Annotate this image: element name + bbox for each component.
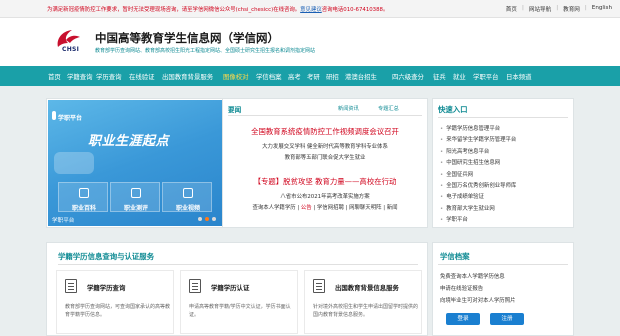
nav-gaokao[interactable]: 高考 — [288, 72, 301, 81]
carousel-dot[interactable] — [198, 217, 202, 221]
news-line-1[interactable]: 大力发展交叉学科 健全新时代高等教育学科专业体系 — [228, 142, 422, 150]
quick-entry-item[interactable]: 中国研究生招生信息网 — [440, 158, 500, 166]
nav-overseas-service[interactable]: 出国教育背景服务 — [162, 72, 213, 81]
divider — [58, 264, 418, 265]
nav-employment[interactable]: 就业 — [453, 72, 466, 81]
book-icon — [79, 188, 89, 198]
login-button[interactable]: 登录 — [446, 313, 480, 325]
top-link-english[interactable]: English — [592, 5, 612, 13]
news-tabs: 要闻 新闻资讯 专题汇总 — [228, 104, 422, 116]
globe-document-icon — [313, 279, 325, 293]
site-header — [0, 18, 620, 66]
top-notice-bar: 为满足新冠疫情防控工作要求，暂时无法受理现场咨询，请至学信网微信公众号(chsi… — [0, 0, 620, 18]
quick-entry-item[interactable]: 学籍学历信息管理平台 — [440, 124, 500, 132]
query-section-title: 学籍学历信息查询与认证服务 — [58, 252, 155, 261]
news-line-3[interactable]: 八省市公布2021年高考改革实施方案 — [228, 192, 422, 200]
register-button[interactable]: 注册 — [490, 313, 524, 325]
nav-image-check[interactable]: 图像校对 — [223, 72, 249, 81]
carousel-dot[interactable] — [212, 217, 216, 221]
news-link-jobs[interactable]: 学信网招聘 — [317, 205, 344, 211]
news-link-query[interactable]: 查询本人学籍学历 — [252, 205, 295, 211]
top-link-home[interactable]: 首页 — [506, 5, 517, 13]
quick-entry-item[interactable]: 阳光高考信息平台 — [440, 147, 489, 155]
quick-entry-item[interactable]: 电子成绩单验证 — [440, 192, 484, 200]
banner-caption: 学职平台 — [52, 218, 75, 224]
nav-kaoyan[interactable]: 考研 — [307, 72, 320, 81]
banner-box-assessment[interactable]: 职业测评 — [110, 182, 160, 212]
quick-entry-item[interactable]: 学职平台 — [440, 215, 468, 223]
carousel-dot[interactable] — [205, 217, 209, 221]
carousel-banner[interactable]: 学职平台 职业生涯起点 职业百科 职业测评 职业视频 学职平台 — [48, 100, 222, 226]
logo-text: CHSI — [62, 46, 80, 53]
nav-degree-query[interactable]: 学历查询 — [96, 72, 122, 81]
main-nav: 首页 学籍查询 学历查询 在线验证 出国教育背景服务 图像校对 学信档案 高考 … — [0, 66, 620, 86]
banner-box-encyclopedia[interactable]: 职业百科 — [58, 182, 108, 212]
card-degree-certification[interactable]: 学籍学历认证 申请高等教育学籍/学历中文认证，学历书面认证。 — [180, 270, 298, 334]
certificate-icon — [189, 279, 201, 293]
tab-topics[interactable]: 专题汇总 — [378, 105, 399, 112]
nav-conscription[interactable]: 征兵 — [433, 72, 446, 81]
archive-line-3: 向境毕业生可对对本人学历照片 — [440, 298, 516, 304]
card-overseas-service[interactable]: 出国教育背景信息服务 针对境外高校招生和学生申请出国留学时提供的国内教育背景信息… — [304, 270, 422, 334]
top-link-sitemap[interactable]: 网站导航 — [529, 5, 551, 13]
hand-illustration-icon — [54, 152, 94, 174]
test-icon — [131, 188, 141, 198]
news-line-4: 查询本人学籍学历 | 公告 | 学信网招聘 | 网聊聊天明阵 | 新闻 — [252, 205, 398, 211]
nav-japan-channel[interactable]: 日本频道 — [506, 72, 532, 81]
nav-archive[interactable]: 学信档案 — [256, 72, 282, 81]
quick-entry-item[interactable]: 来华留学生学籍学历管理平台 — [440, 135, 516, 143]
nav-home[interactable]: 首页 — [48, 72, 61, 81]
site-subtitle: 教育部学历查询网站、教育部高校招生阳光工程指定网站、全国硕士研究生招生报名和调剂… — [95, 48, 316, 54]
site-title: 中国高等教育学生信息网（学信网） — [95, 31, 279, 45]
news-link-notice[interactable]: 公告 — [301, 205, 312, 211]
epidemic-notice: 为满足新冠疫情防控工作要求，暂时无法受理现场咨询，请至学信网微信公众号(chsi… — [47, 7, 389, 13]
nav-hkmt[interactable]: 港澳台招生 — [345, 72, 377, 81]
document-icon — [65, 279, 77, 293]
tab-news[interactable]: 新闻资讯 — [338, 105, 359, 112]
card-degree-query[interactable]: 学籍学历查询 教育部学历查询网站，可查询国家承认的高等教育学籍学历信息。 — [56, 270, 174, 334]
news-line-2[interactable]: 教育部等五部门联合促大学生就业 — [228, 153, 422, 161]
quick-entry-item[interactable]: 全国万名优秀创新创业导师库 — [440, 181, 516, 189]
nav-status-query[interactable]: 学籍查询 — [67, 72, 93, 81]
nav-career-platform[interactable]: 学职平台 — [473, 72, 499, 81]
nav-cet-score[interactable]: 四六级查分 — [392, 72, 424, 81]
carousel-dots — [198, 217, 216, 221]
divider — [438, 117, 568, 118]
divider — [438, 264, 568, 265]
top-links: 首页 | 网站导航 | 教育网 | English — [505, 5, 612, 13]
video-icon — [183, 188, 193, 198]
news-headline-1[interactable]: 全国教育系统疫情防控工作视频调度会议召开 — [228, 126, 422, 137]
nav-yanzhao[interactable]: 研招 — [326, 72, 339, 81]
banner-title: 职业生涯起点 — [88, 134, 170, 149]
feedback-link[interactable]: 意见建议 — [300, 7, 322, 13]
nav-online-verify[interactable]: 在线验证 — [129, 72, 155, 81]
archive-line-1: 免费查询本人学籍学历信息 — [440, 274, 505, 280]
career-platform-icon — [52, 111, 56, 120]
archive-title: 学信档案 — [440, 252, 470, 261]
quick-entry-item[interactable]: 全国征兵网 — [440, 170, 473, 178]
quick-entry-item[interactable]: 教育部大学生就业网 — [440, 204, 495, 212]
archive-line-2: 申请在线验证报告 — [440, 286, 484, 292]
news-link-news[interactable]: 新闻 — [387, 205, 398, 211]
news-link-chat[interactable]: 网聊聊天明阵 — [349, 205, 381, 211]
banner-logo: 学职平台 — [58, 115, 83, 122]
news-headline-2[interactable]: 【专题】脱贫攻坚 教育力量——高校在行动 — [228, 176, 422, 187]
tab-headlines[interactable]: 要闻 — [228, 104, 241, 114]
top-link-edu[interactable]: 教育网 — [563, 5, 580, 13]
quick-entry-title: 快速入口 — [438, 105, 468, 114]
banner-box-video[interactable]: 职业视频 — [162, 182, 212, 212]
